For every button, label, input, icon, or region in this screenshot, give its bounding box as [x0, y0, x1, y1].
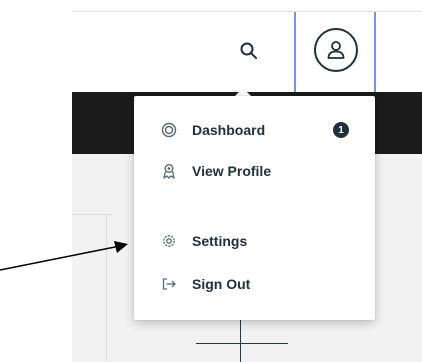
annotation-arrow [0, 241, 128, 271]
